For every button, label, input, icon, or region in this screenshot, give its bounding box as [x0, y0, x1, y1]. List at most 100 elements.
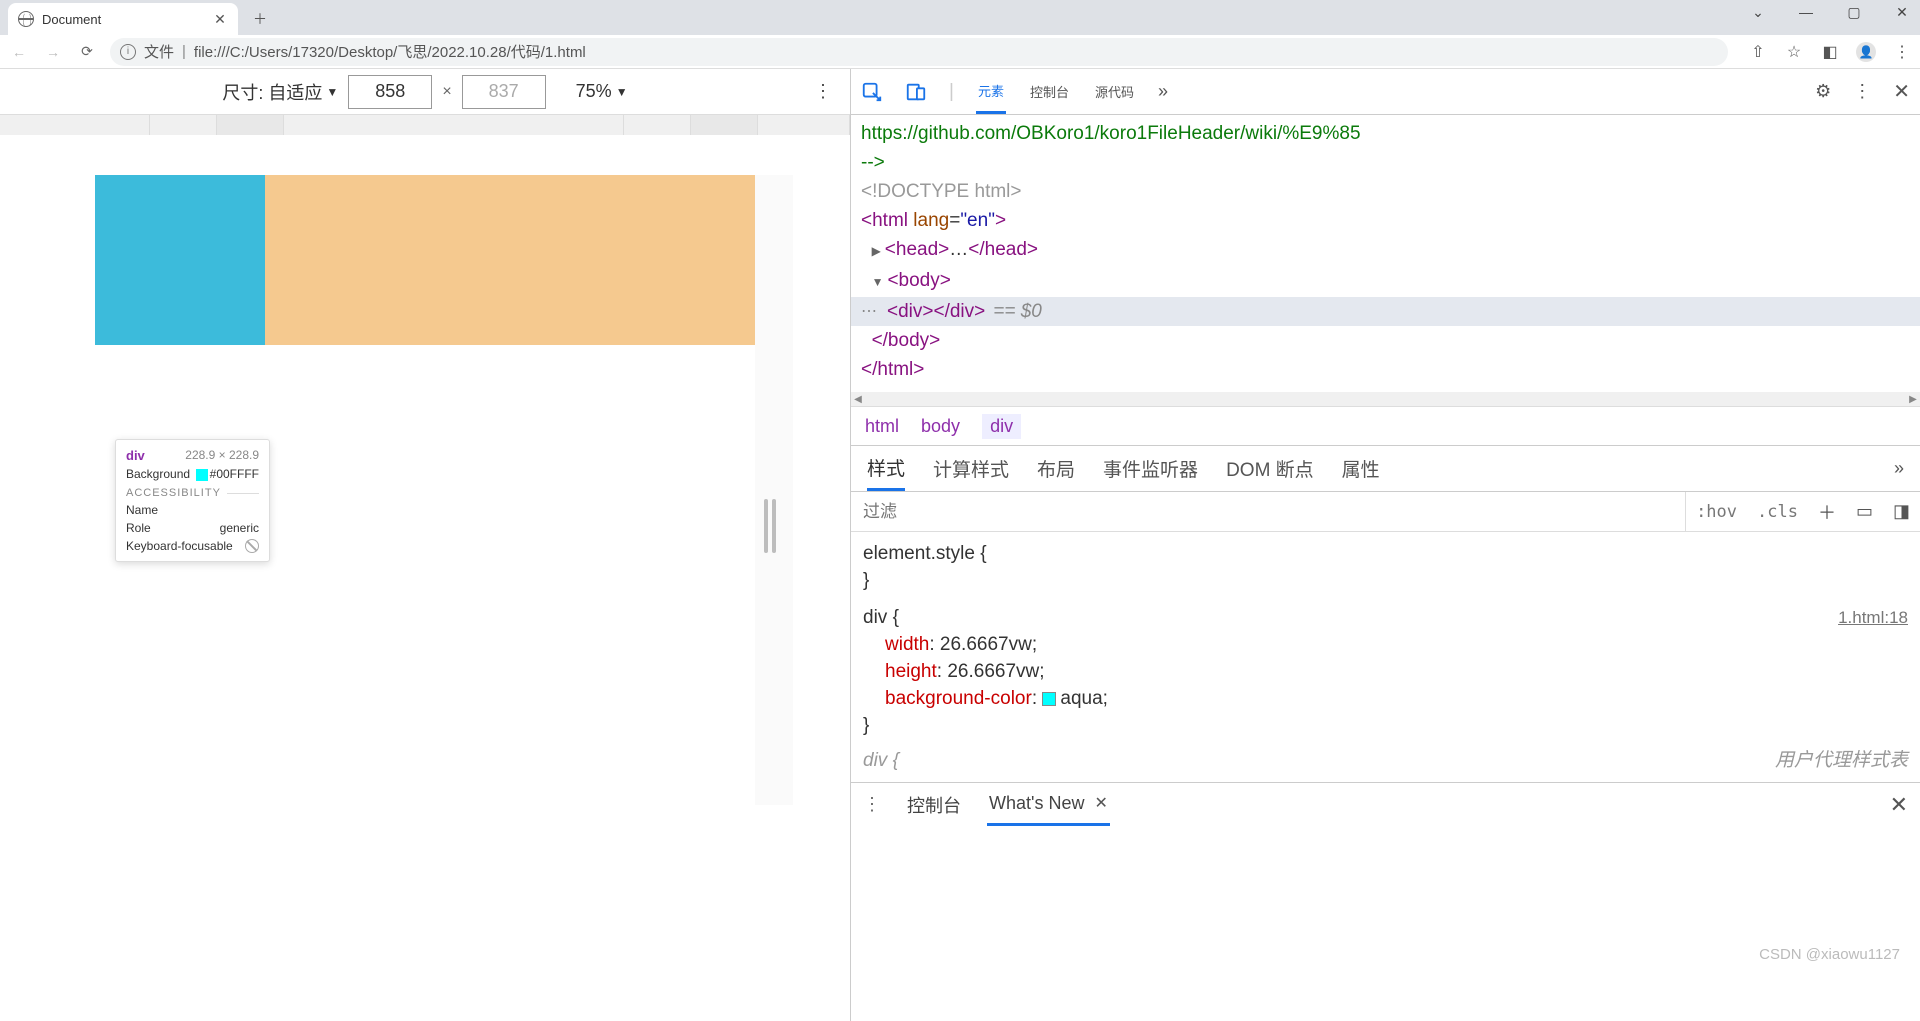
close-tab-icon[interactable]: ✕ [212, 11, 228, 27]
device-toggle-icon[interactable] [905, 81, 927, 103]
computed-toggle-icon[interactable]: ▭ [1846, 501, 1883, 522]
url-separator: | [182, 43, 186, 60]
drawer-tab-whatsnew[interactable]: What's New ✕ [987, 783, 1110, 826]
dom-tree[interactable]: https://github.com/OBKoro1/koro1FileHead… [851, 115, 1920, 392]
window-controls: ⌄ — ▢ ✕ [1748, 4, 1912, 21]
element-style-selector: element.style { [863, 543, 987, 564]
watermark: CSDN @xiaowu1127 [1759, 946, 1900, 963]
tabs-overflow-icon[interactable]: » [1158, 81, 1168, 102]
hov-button[interactable]: :hov [1686, 502, 1747, 522]
profile-avatar[interactable]: 👤 [1856, 42, 1876, 62]
ua-rule-selector: div { [863, 750, 899, 771]
drawer-menu-icon[interactable]: ⋮ [863, 794, 881, 815]
styles-filter-input[interactable] [851, 492, 1686, 531]
sidepanel-icon[interactable]: ◧ [1820, 42, 1840, 62]
tooltip-section: ACCESSIBILITY [126, 487, 221, 499]
tab-console[interactable]: 控制台 [1028, 69, 1071, 114]
aqua-box [95, 175, 265, 345]
back-button[interactable]: ← [8, 41, 30, 63]
resize-handle[interactable] [764, 499, 776, 553]
page-frame [95, 175, 755, 1021]
crumb-div[interactable]: div [982, 414, 1021, 439]
tooltip-name-label: Name [126, 503, 158, 517]
ua-stylesheet-label: 用户代理样式表 [1775, 747, 1908, 774]
dom-eq-zero: == $0 [993, 297, 1042, 326]
devtools-close-icon[interactable]: ✕ [1893, 79, 1910, 104]
tab-title: Document [42, 12, 204, 27]
tab-elements[interactable]: 元素 [976, 69, 1006, 114]
sidebar-toggle-icon[interactable]: ◨ [1883, 501, 1920, 522]
style-source-link[interactable]: 1.html:18 [1838, 604, 1908, 631]
color-swatch [196, 469, 208, 481]
reload-button[interactable]: ⟳ [76, 41, 98, 63]
dom-comment-url: https://github.com/OBKoro1/koro1FileHead… [861, 119, 1910, 148]
crumb-html[interactable]: html [865, 416, 899, 437]
address-bar: ← → ⟳ i 文件 | file:///C:/Users/17320/Desk… [0, 35, 1920, 69]
tooltip-role-label: Role [126, 521, 151, 535]
drawer-close-icon[interactable]: ✕ [1890, 792, 1908, 818]
tooltip-dimensions: 228.9 × 228.9 [185, 448, 259, 462]
dom-line-actions-icon[interactable]: ⋯ [861, 297, 877, 326]
minimize-icon[interactable]: — [1796, 4, 1816, 21]
devtools-header: | 元素 控制台 源代码 » ⚙ ⋮ ✕ [851, 69, 1920, 115]
times-icon: × [442, 83, 451, 101]
browser-tab-strip: Document ✕ ＋ ⌄ — ▢ ✕ [0, 0, 1920, 35]
url-box[interactable]: i 文件 | file:///C:/Users/17320/Desktop/飞思… [110, 38, 1728, 66]
bookmark-icon[interactable]: ☆ [1784, 42, 1804, 62]
tab-listeners[interactable]: 事件监听器 [1103, 455, 1198, 482]
styles-tabs-overflow-icon[interactable]: » [1894, 458, 1904, 479]
rule-selector: div { [863, 607, 899, 628]
maximize-icon[interactable]: ▢ [1844, 4, 1864, 21]
crumb-body[interactable]: body [921, 416, 960, 437]
tab-layout[interactable]: 布局 [1037, 455, 1075, 482]
zoom-dropdown[interactable]: 75%▼ [576, 81, 628, 102]
device-more-icon[interactable]: ⋮ [814, 81, 832, 102]
settings-icon[interactable]: ⚙ [1815, 81, 1831, 102]
dom-comment-end: --> [861, 148, 1910, 177]
color-swatch-aqua[interactable] [1042, 692, 1056, 706]
element-tooltip: div 228.9 × 228.9 Background #00FFFF ACC… [115, 439, 270, 562]
tab-dom-breakpoints[interactable]: DOM 断点 [1226, 455, 1314, 482]
close-whatsnew-icon[interactable]: ✕ [1094, 793, 1107, 813]
browser-tab[interactable]: Document ✕ [8, 3, 238, 35]
width-input[interactable]: 858 [348, 75, 432, 109]
caret-down-icon: ▼ [326, 85, 338, 99]
ruler [0, 115, 850, 135]
device-toolbar: 尺寸: 自适应▼ 858 × 837 75%▼ ⋮ [0, 69, 850, 115]
dimensions-dropdown[interactable]: 尺寸: 自适应▼ [222, 79, 338, 105]
menu-icon[interactable]: ⋮ [1892, 42, 1912, 62]
tooltip-bg-value: #00FFFF [210, 467, 259, 481]
tooltip-role-value: generic [220, 521, 259, 535]
peach-box [265, 175, 755, 345]
cls-button[interactable]: .cls [1747, 502, 1808, 522]
styles-filter-bar: :hov .cls ＋ ▭ ◨ [851, 492, 1920, 532]
url-text: file:///C:/Users/17320/Desktop/飞思/2022.1… [194, 41, 586, 62]
caret-down-icon: ▼ [616, 85, 628, 99]
devtools-menu-icon[interactable]: ⋮ [1853, 81, 1871, 102]
tab-styles[interactable]: 样式 [867, 446, 905, 491]
url-prefix: 文件 [144, 41, 174, 62]
new-tab-button[interactable]: ＋ [252, 3, 268, 35]
drawer-tab-console[interactable]: 控制台 [905, 792, 963, 818]
dom-selected-line[interactable]: ⋯ <div></div> == $0 [851, 297, 1920, 326]
dom-hscrollbar[interactable]: ◀▶ [851, 392, 1920, 406]
info-icon[interactable]: i [120, 44, 136, 60]
close-window-icon[interactable]: ✕ [1892, 4, 1912, 21]
toolbar-right: ⇧ ☆ ◧ 👤 ⋮ [1748, 42, 1912, 62]
forward-button[interactable]: → [42, 41, 64, 63]
tab-properties[interactable]: 属性 [1342, 455, 1380, 482]
drawer-bar: ⋮ 控制台 What's New ✕ ✕ [851, 782, 1920, 826]
chevron-down-icon[interactable]: ⌄ [1748, 4, 1768, 21]
share-icon[interactable]: ⇧ [1748, 42, 1768, 62]
no-icon [245, 539, 259, 553]
globe-icon [18, 11, 34, 27]
tab-sources[interactable]: 源代码 [1093, 69, 1136, 114]
height-input[interactable]: 837 [462, 75, 546, 109]
new-rule-icon[interactable]: ＋ [1808, 499, 1846, 525]
tooltip-element: div [126, 448, 145, 463]
tab-computed[interactable]: 计算样式 [933, 455, 1009, 482]
frame-shadow [755, 175, 793, 805]
devtools-pane: | 元素 控制台 源代码 » ⚙ ⋮ ✕ https://github.com/… [851, 69, 1920, 1021]
styles-panel[interactable]: element.style { } 1.html:18 div { width:… [851, 532, 1920, 782]
inspect-icon[interactable] [861, 81, 883, 103]
